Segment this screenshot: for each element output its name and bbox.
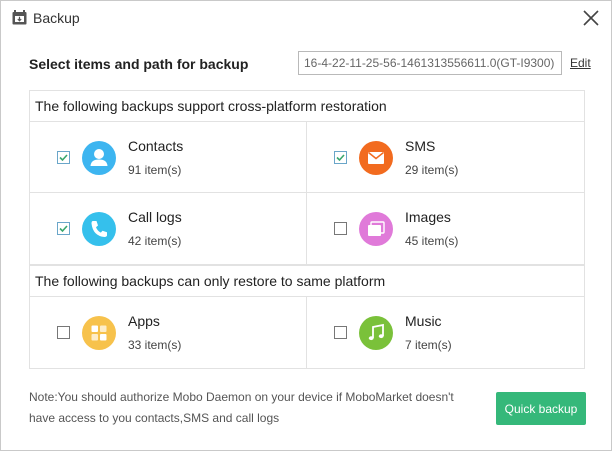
backup-path-field[interactable] — [298, 51, 562, 75]
music-icon — [359, 316, 393, 350]
item-name: Music — [405, 313, 442, 329]
item-name: Apps — [128, 313, 160, 329]
call-logs-checkbox[interactable] — [57, 222, 70, 235]
checkmark-icon — [59, 225, 68, 233]
close-icon[interactable] — [581, 8, 601, 28]
window-title: Backup — [33, 10, 80, 26]
call-icon — [82, 212, 116, 246]
item-count: 29 item(s) — [405, 163, 459, 177]
quick-backup-button[interactable]: Quick backup — [496, 392, 586, 425]
contacts-checkbox[interactable] — [57, 151, 70, 164]
item-count: 42 item(s) — [128, 234, 182, 248]
backup-item-contacts[interactable]: Contacts 91 item(s) — [30, 122, 307, 193]
images-checkbox[interactable] — [334, 222, 347, 235]
title-bar: Backup — [1, 1, 611, 35]
backup-dialog: Backup Select items and path for backup … — [0, 0, 612, 451]
checkmark-icon — [59, 154, 68, 162]
item-name: Call logs — [128, 209, 182, 225]
music-checkbox[interactable] — [334, 326, 347, 339]
section-heading: The following backups support cross-plat… — [30, 90, 584, 122]
cross-platform-section: The following backups support cross-plat… — [29, 90, 585, 265]
item-name: SMS — [405, 138, 436, 154]
item-count: 45 item(s) — [405, 234, 459, 248]
backup-item-call-logs[interactable]: Call logs 42 item(s) — [30, 193, 307, 264]
checkmark-icon — [336, 154, 345, 162]
sms-checkbox[interactable] — [334, 151, 347, 164]
backup-header-label: Select items and path for backup — [29, 56, 249, 72]
backup-item-apps[interactable]: Apps 33 item(s) — [30, 297, 307, 368]
item-count: 91 item(s) — [128, 163, 182, 177]
edit-path-link[interactable]: Edit — [570, 56, 591, 70]
images-icon — [359, 212, 393, 246]
backup-item-images[interactable]: Images 45 item(s) — [307, 193, 584, 264]
backup-item-music[interactable]: Music 7 item(s) — [307, 297, 584, 368]
apps-checkbox[interactable] — [57, 326, 70, 339]
apps-icon — [82, 316, 116, 350]
app-icon — [12, 10, 27, 25]
item-count: 33 item(s) — [128, 338, 182, 352]
authorization-note: Note:You should authorize Mobo Daemon on… — [29, 390, 454, 425]
contacts-icon — [82, 141, 116, 175]
section-heading: The following backups can only restore t… — [30, 265, 584, 297]
item-name: Contacts — [128, 138, 184, 154]
item-count: 7 item(s) — [405, 338, 452, 352]
item-name: Images — [405, 209, 451, 225]
sms-icon — [359, 141, 393, 175]
backup-item-sms[interactable]: SMS 29 item(s) — [307, 122, 584, 193]
same-platform-section: The following backups can only restore t… — [29, 265, 585, 369]
